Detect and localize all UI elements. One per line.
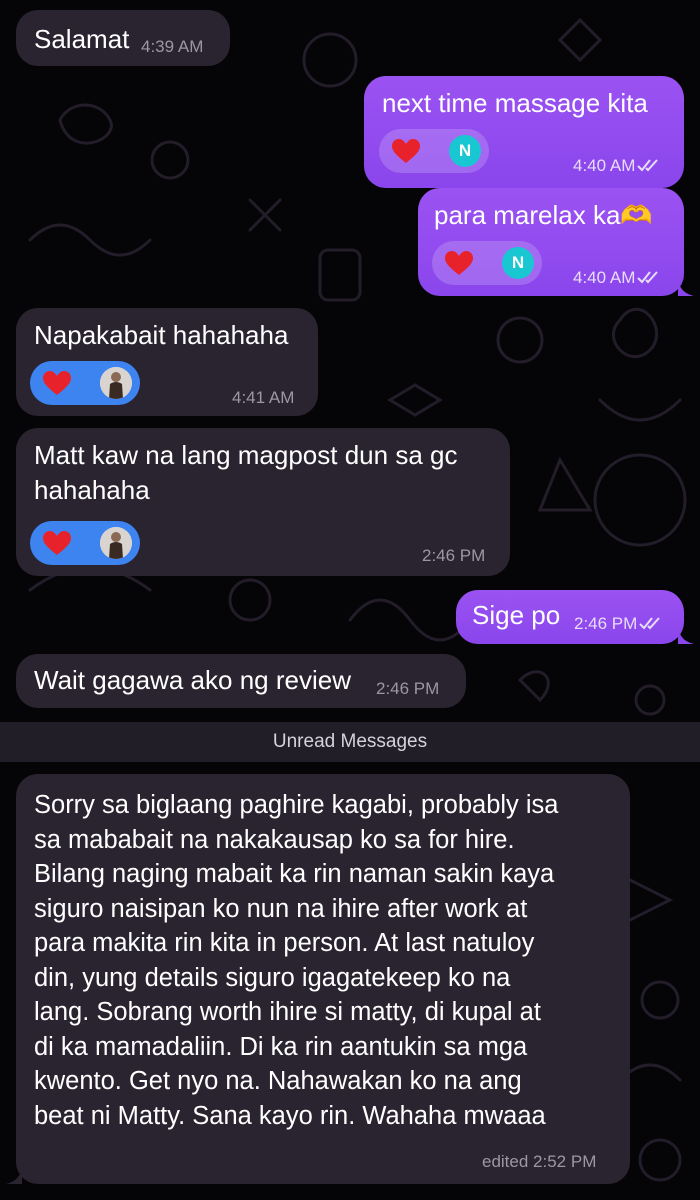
heart-icon	[445, 251, 473, 275]
message-bubble[interactable]: para marelax ka🫶 N 4:40 AM	[418, 188, 694, 296]
heart-icon	[392, 139, 420, 163]
message-bubble[interactable]: Wait gagawa ako ng review 2:46 PM	[16, 654, 466, 708]
message-time-text: 2:46 PM	[574, 614, 638, 633]
bubble-tail	[678, 628, 694, 644]
message-time-text: 4:40 AM	[573, 156, 636, 175]
reaction-pill[interactable]: N	[432, 241, 542, 285]
message-time: 4:40 AM	[573, 268, 661, 288]
reaction-avatar: N	[449, 135, 481, 167]
message-time: 4:39 AM	[141, 37, 204, 56]
double-check-icon	[637, 159, 659, 172]
message-bubble[interactable]: Salamat 4:39 AM	[16, 10, 230, 66]
reaction-avatar-photo	[100, 527, 132, 559]
message-text: Sorry sa biglaang paghire kagabi, probab…	[34, 791, 559, 1130]
reaction-pill[interactable]	[30, 521, 140, 565]
unread-messages-separator: Unread Messages	[0, 722, 700, 762]
message-bubble[interactable]: Napakabait hahahaha 4:41 AM	[16, 308, 318, 416]
reaction-avatar-photo	[100, 367, 132, 399]
reaction-pill[interactable]: N	[379, 129, 489, 173]
bubble-tail	[678, 280, 694, 296]
message-text: Napakabait hahahaha	[34, 320, 289, 350]
message-text: Wait gagawa ako ng review	[34, 665, 351, 695]
message-time: 4:41 AM	[232, 388, 295, 407]
double-check-icon	[637, 271, 659, 284]
message-time: 2:46 PM	[574, 614, 663, 634]
message-text: Matt kaw na lang magpost dun sa gc hahah…	[34, 440, 458, 505]
reaction-pill[interactable]	[30, 361, 140, 405]
message-bubble[interactable]: Sige po 2:46 PM	[456, 590, 694, 644]
message-bubble[interactable]: Matt kaw na lang magpost dun sa gc hahah…	[16, 428, 510, 576]
message-time: edited 2:52 PM	[482, 1152, 597, 1171]
message-time-text: 4:40 AM	[573, 268, 636, 287]
message-text: next time massage kita	[382, 88, 648, 118]
double-check-icon	[639, 617, 661, 630]
message-time: 2:46 PM	[376, 679, 440, 698]
bubble-tail	[6, 1168, 22, 1184]
message-text: Salamat	[34, 24, 130, 54]
heart-icon	[43, 371, 71, 395]
message-time: 4:40 AM	[573, 156, 661, 176]
heart-icon	[43, 531, 71, 555]
message-time: 2:46 PM	[422, 546, 486, 565]
message-bubble[interactable]: Sorry sa biglaang paghire kagabi, probab…	[6, 774, 630, 1184]
message-bubble[interactable]: next time massage kita N 4:40 AM	[364, 76, 684, 188]
reaction-avatar: N	[502, 247, 534, 279]
message-text: para marelax ka🫶	[434, 200, 653, 230]
message-text: Sige po	[472, 600, 561, 630]
